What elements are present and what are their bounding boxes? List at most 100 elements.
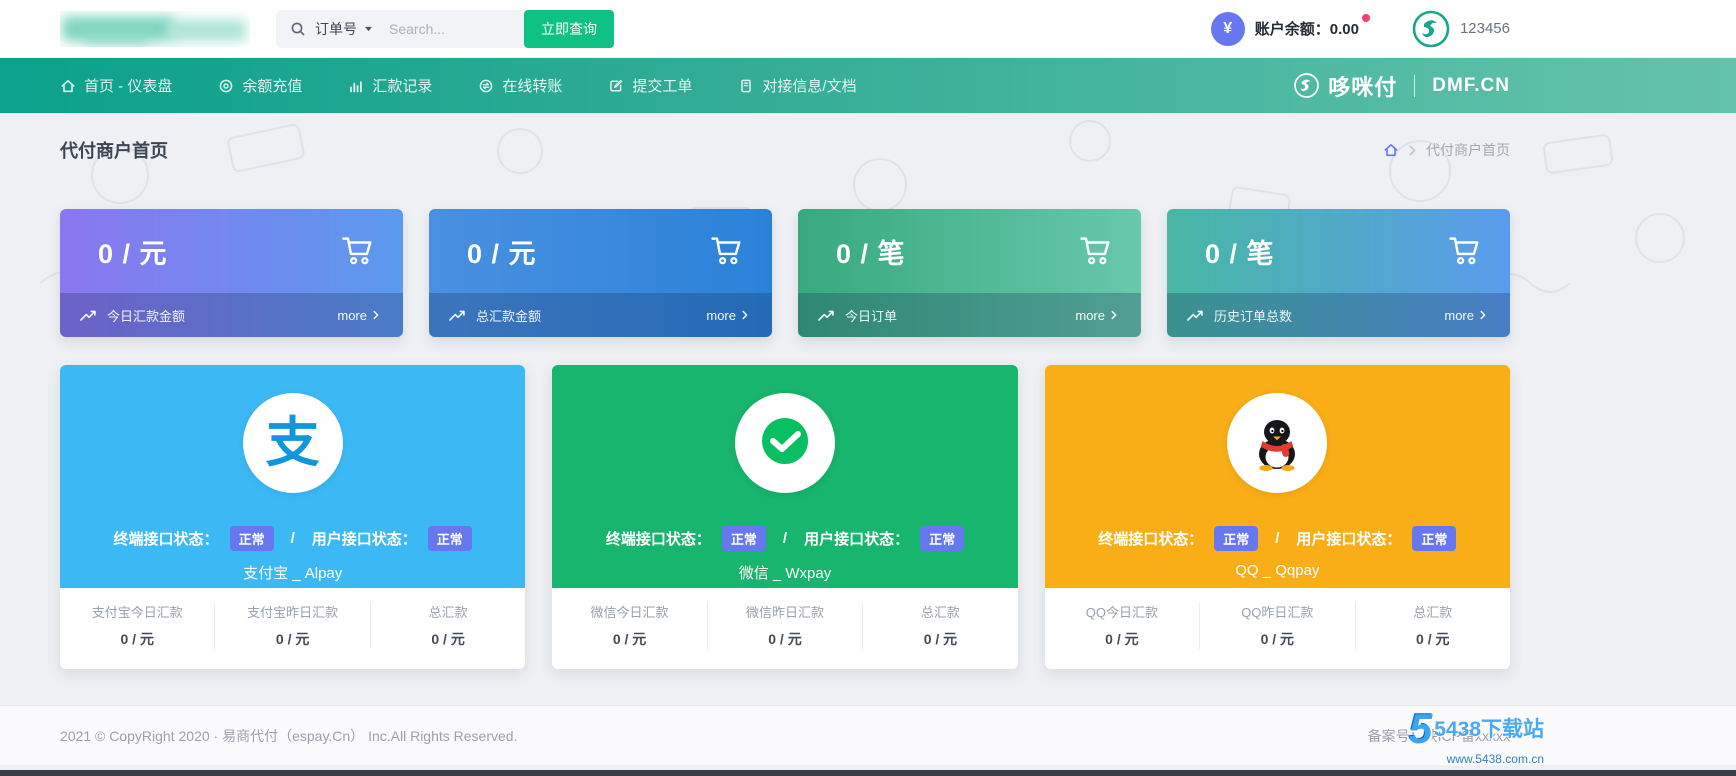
more-link[interactable]: more <box>1075 308 1117 323</box>
stat-footer: 今日汇款金额 more <box>60 293 403 337</box>
cart-icon <box>708 233 744 269</box>
user-status-badge: 正常 <box>1412 526 1456 551</box>
more-link[interactable]: more <box>337 308 379 323</box>
yen-glyph: ¥ <box>1223 20 1232 38</box>
alipay-panel: 支 终端接口状态： 正常 / 用户接口状态： 正常 支付宝 _ Alpay <box>60 365 525 588</box>
stat-col-label: 总汇款 <box>863 602 1017 621</box>
search-submit-button[interactable]: 立即查询 <box>524 10 614 48</box>
nav-item-remit-records[interactable]: 汇款记录 <box>348 75 432 96</box>
nav-label: 汇款记录 <box>372 75 432 96</box>
trending-up-icon <box>1187 309 1205 322</box>
stat-col-label: 总汇款 <box>371 602 525 621</box>
stat-value: 0 / 元 <box>467 232 537 271</box>
user-menu[interactable]: 123456 <box>1411 9 1510 49</box>
recharge-icon <box>218 78 234 94</box>
status-separator: / <box>291 530 295 547</box>
qq-logo-circle <box>1227 393 1327 493</box>
username: 123456 <box>1460 20 1510 37</box>
nav-label: 首页 - 仪表盘 <box>84 75 172 96</box>
stat-main: 0 / 笔 <box>1167 209 1510 293</box>
nav-label: 提交工单 <box>632 75 692 96</box>
stat-label: 今日汇款金额 <box>107 306 185 325</box>
qq-stats: QQ今日汇款 0 / 元 QQ昨日汇款 0 / 元 总汇款 0 / 元 <box>1045 588 1510 669</box>
stat-col: 总汇款 0 / 元 <box>863 602 1017 649</box>
cart-icon <box>1446 233 1482 269</box>
home-icon <box>60 78 76 94</box>
user-status-label: 用户接口状态： <box>1296 528 1401 549</box>
stat-card-total-remit-amount: 0 / 元 总汇款金额 more <box>429 209 772 337</box>
topbar-right: ¥ 账户余额：0.00 123456 <box>1211 9 1510 49</box>
more-link[interactable]: more <box>1444 308 1486 323</box>
account-balance: ¥ 账户余额：0.00 <box>1211 12 1359 46</box>
stat-col-value: 0 / 元 <box>215 629 369 649</box>
search-box: 订单号 <box>276 10 524 48</box>
wechat-logo-circle <box>735 393 835 493</box>
qq-status-line: 终端接口状态： 正常 / 用户接口状态： 正常 <box>1098 526 1456 551</box>
balance-value: 0.00 <box>1330 21 1359 38</box>
trending-up-icon <box>818 309 836 322</box>
terminal-status-label: 终端接口状态： <box>606 528 711 549</box>
status-separator: / <box>783 530 787 547</box>
brand-logo-icon <box>1293 72 1320 99</box>
stat-col-value: 0 / 元 <box>1356 629 1510 649</box>
nav-item-online-transfer[interactable]: 在线转账 <box>478 75 562 96</box>
nav-items: 首页 - 仪表盘 余额充值 汇款记录 在线转账 提交工单 对接信息/文档 <box>60 75 857 96</box>
qq-channel-name: QQ _ Qqpay <box>1235 562 1319 579</box>
wechat-channel-name: 微信 _ Wxpay <box>739 562 832 583</box>
stat-footer: 今日订单 more <box>798 293 1141 337</box>
nav-item-submit-ticket[interactable]: 提交工单 <box>608 75 692 96</box>
balance-text: 账户余额：0.00 <box>1255 18 1359 39</box>
more-label: more <box>706 308 736 323</box>
chevron-right-icon <box>1409 145 1416 156</box>
brand-domain: DMF.CN <box>1432 75 1510 97</box>
stat-col: 微信昨日汇款 0 / 元 <box>708 602 863 649</box>
stat-col-label: 微信今日汇款 <box>552 602 706 621</box>
nav-label: 余额充值 <box>242 75 302 96</box>
more-link[interactable]: more <box>706 308 748 323</box>
alipay-stats: 支付宝今日汇款 0 / 元 支付宝昨日汇款 0 / 元 总汇款 0 / 元 <box>60 588 525 669</box>
stat-col-value: 0 / 元 <box>60 629 214 649</box>
stat-col-value: 0 / 元 <box>1045 629 1199 649</box>
nav-item-dashboard[interactable]: 首页 - 仪表盘 <box>60 75 172 96</box>
user-status-label: 用户接口状态： <box>804 528 909 549</box>
stat-card-history-orders: 0 / 笔 历史订单总数 more <box>1167 209 1510 337</box>
stat-card-row: 0 / 元 今日汇款金额 more 0 / 元 总汇款金额 more 0 / 笔 <box>60 209 1510 337</box>
trending-up-icon <box>80 309 98 322</box>
cart-icon <box>339 233 375 269</box>
nav-item-recharge[interactable]: 余额充值 <box>218 75 302 96</box>
search-input[interactable] <box>389 21 510 37</box>
stat-main: 0 / 元 <box>60 209 403 293</box>
main-navbar: 首页 - 仪表盘 余额充值 汇款记录 在线转账 提交工单 对接信息/文档 哆咪付… <box>0 58 1736 113</box>
chevron-right-icon <box>373 310 379 320</box>
stat-col-value: 0 / 元 <box>863 629 1017 649</box>
stat-col-label: 支付宝今日汇款 <box>60 602 214 621</box>
breadcrumb-home-icon[interactable] <box>1383 142 1399 158</box>
user-status-badge: 正常 <box>428 526 472 551</box>
stat-col-value: 0 / 元 <box>708 629 862 649</box>
wechat-status-line: 终端接口状态： 正常 / 用户接口状态： 正常 <box>606 526 964 551</box>
watermark-title: 5438下载站 <box>1434 719 1544 740</box>
stat-col: 微信今日汇款 0 / 元 <box>552 602 707 649</box>
search-category-dropdown[interactable]: 订单号 <box>306 19 373 39</box>
nav-item-docs[interactable]: 对接信息/文档 <box>738 75 856 96</box>
stat-label: 今日订单 <box>845 306 897 325</box>
merchant-logo-blurred <box>60 11 250 47</box>
more-label: more <box>1444 308 1474 323</box>
page-title: 代付商户首页 <box>60 137 168 163</box>
alipay-icon: 支 <box>266 416 320 470</box>
main-content: 代付商户首页 代付商户首页 0 / 元 今日汇款金额 more 0 / 元 <box>0 113 1736 669</box>
terminal-status-badge: 正常 <box>1214 526 1258 551</box>
trending-up-icon <box>449 309 467 322</box>
stat-col: 支付宝昨日汇款 0 / 元 <box>215 602 370 649</box>
watermark-url: www.5438.com.cn <box>1447 753 1544 765</box>
breadcrumb-current: 代付商户首页 <box>1426 140 1510 160</box>
cart-icon <box>1077 233 1113 269</box>
brand-avatar-icon <box>1411 9 1451 49</box>
watermark-logo: 5 <box>1409 708 1432 750</box>
balance-label: 账户余额： <box>1255 21 1330 38</box>
terminal-status-badge: 正常 <box>722 526 766 551</box>
stat-main: 0 / 元 <box>429 209 772 293</box>
stat-col-value: 0 / 元 <box>371 629 525 649</box>
alipay-status-line: 终端接口状态： 正常 / 用户接口状态： 正常 <box>114 526 472 551</box>
page-footer: 2021 © CopyRight 2020 · 易商代付（espay.Cn） I… <box>0 705 1736 765</box>
